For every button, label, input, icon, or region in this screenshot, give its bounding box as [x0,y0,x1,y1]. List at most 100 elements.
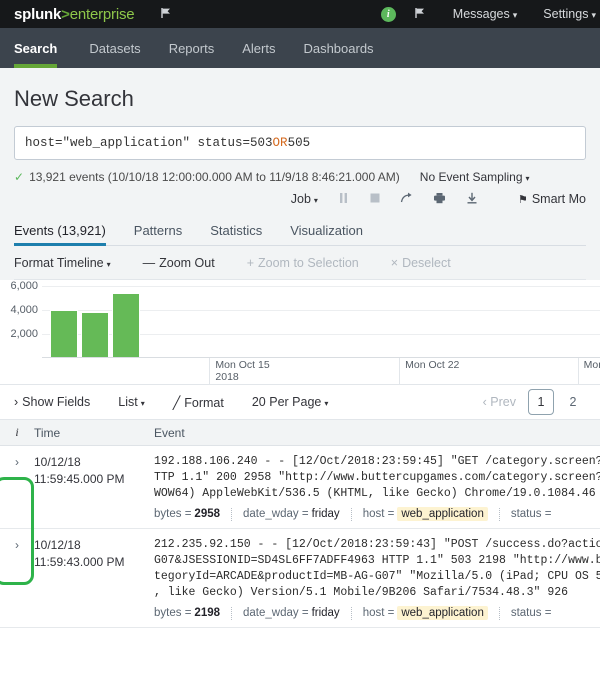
event-field[interactable]: bytes =2958 [154,508,220,520]
tab-patterns[interactable]: Patterns [134,216,198,245]
nav-label: Datasets [89,41,140,56]
field-key: status [511,607,542,619]
column-header-time[interactable]: Time [34,426,154,440]
messages-label: Messages [453,7,510,21]
chevron-down-icon: ▾ [513,10,518,20]
search-page-header: New Search host="web_application" status… [0,68,600,280]
format-button[interactable]: ╱Format [173,395,224,410]
page-title: New Search [14,68,586,126]
event-field[interactable]: date_wday =friday [243,607,340,619]
x-tick-line1: Mon Oct 15 [215,359,269,371]
search-mode-menu[interactable]: ⚑Smart Mo [518,192,586,206]
logo-separator: > [61,6,70,23]
info-icon[interactable]: i [381,7,396,22]
tab-label: Statistics [210,223,262,238]
search-status-line: ✓ 13,921 events (10/10/18 12:00:00.000 A… [14,160,586,184]
event-field[interactable]: host =web_application [363,507,488,521]
job-toolbar: Job▾ ⚑Smart Mo [14,184,586,214]
zoom-to-selection-button[interactable]: +Zoom to Selection [247,256,359,270]
nav-item-datasets[interactable]: Datasets [75,28,154,68]
splunk-logo[interactable]: splunk>enterprise [14,6,134,23]
tab-events[interactable]: Events (13,921) [14,216,122,245]
chart-plot-area [42,286,600,358]
format-label: Format [184,396,224,410]
chart-bar[interactable] [81,312,109,358]
chevron-down-icon: ▾ [324,399,328,408]
event-time: 11:59:45.000 PM [34,471,154,488]
table-row[interactable]: › 10/12/18 11:59:43.000 PM 212.235.92.15… [0,529,600,628]
app-nav-bar: Search Datasets Reports Alerts Dashboard… [0,28,600,68]
flag-icon[interactable] [160,7,173,21]
chevron-down-icon: ▾ [107,260,111,269]
field-key: bytes [154,508,182,520]
search-query-text-1: host="web_application" status=503 [25,136,273,150]
nav-item-reports[interactable]: Reports [155,28,229,68]
events-table-header: i Time Event [0,420,600,446]
tab-statistics[interactable]: Statistics [210,216,278,245]
messages-menu[interactable]: Messages▾ [453,7,518,21]
zoom-out-button[interactable]: —Zoom Out [143,256,215,270]
job-menu[interactable]: Job▾ [291,192,318,206]
field-value: web_application [397,507,487,521]
event-date: 10/12/18 [34,454,154,471]
minus-icon: — [143,256,156,270]
field-separator [231,508,232,521]
nav-item-search[interactable]: Search [14,28,75,68]
y-axis-tick-label: 4,000 [0,304,38,316]
field-key: host [363,607,385,619]
list-view-menu[interactable]: List▾ [118,395,144,409]
event-field[interactable]: date_wday =friday [243,508,340,520]
x-axis-tick-label: Mon Oct 29 [578,358,600,384]
nav-item-dashboards[interactable]: Dashboards [289,28,387,68]
y-axis-tick-label: 6,000 [0,280,38,292]
search-input[interactable]: host="web_application" status=503 OR 505 [14,126,586,160]
deselect-button[interactable]: ×Deselect [391,256,451,270]
column-header-event[interactable]: Event [154,426,600,440]
event-field[interactable]: status = [511,607,555,619]
timeline-chart[interactable]: 6,000 4,000 2,000 Mon Oct 15 2018 Mon Oc… [0,280,600,384]
table-row[interactable]: › 10/12/18 11:59:45.000 PM 192.188.106.2… [0,446,600,529]
event-sampling-menu[interactable]: No Event Sampling▾ [420,170,530,184]
field-value: 2958 [194,508,220,520]
per-page-menu[interactable]: 20 Per Page▾ [252,395,329,409]
event-raw-line: 192.188.106.240 - - [12/Oct/2018:23:59:4… [154,454,600,470]
print-icon[interactable] [433,192,446,206]
pagination-prev[interactable]: ‹ Prev [483,395,516,409]
logo-enterprise-text: enterprise [70,6,135,23]
nav-label: Search [14,41,57,56]
settings-menu[interactable]: Settings▾ [543,7,596,21]
expand-caret-icon[interactable]: › [0,446,34,528]
expand-caret-icon[interactable]: › [0,529,34,627]
check-icon: ✓ [14,170,24,184]
per-page-label: 20 Per Page [252,395,322,409]
results-control-bar: ›Show Fields List▾ ╱Format 20 Per Page▾ … [0,384,600,420]
tab-label: Patterns [134,223,182,238]
activity-flag-icon[interactable] [414,7,427,22]
event-timestamp: 10/12/18 11:59:45.000 PM [34,446,154,528]
event-field[interactable]: host =web_application [363,606,488,620]
pencil-icon: ╱ [173,396,181,410]
pagination-page-1[interactable]: 1 [528,389,554,415]
field-key: date_wday [243,508,299,520]
event-field[interactable]: bytes =2198 [154,607,220,619]
top-bar-right-group: i Messages▾ Settings▾ [381,0,600,28]
pause-icon[interactable] [338,192,349,206]
results-summary: 13,921 events (10/10/18 12:00:00.000 AM … [29,170,400,184]
event-field[interactable]: status = [511,508,555,520]
stop-icon[interactable] [369,192,380,206]
tab-visualization[interactable]: Visualization [290,216,379,245]
field-separator [499,607,500,620]
event-raw-line: TTP 1.1" 200 2958 "http://www.buttercupg… [154,470,600,486]
format-timeline-menu[interactable]: Format Timeline▾ [14,256,111,270]
chart-bar[interactable] [50,310,78,358]
timeline-controls: Format Timeline▾ —Zoom Out +Zoom to Sele… [14,246,586,280]
pagination-page-2[interactable]: 2 [560,389,586,415]
field-separator [351,607,352,620]
export-icon[interactable] [466,192,478,206]
show-fields-button[interactable]: ›Show Fields [14,395,90,409]
nav-item-alerts[interactable]: Alerts [228,28,289,68]
share-icon[interactable] [400,192,413,206]
x-tick-line2: 2018 [215,371,269,383]
chart-bar[interactable] [112,293,140,358]
event-raw-line: 212.235.92.150 - - [12/Oct/2018:23:59:43… [154,537,600,553]
